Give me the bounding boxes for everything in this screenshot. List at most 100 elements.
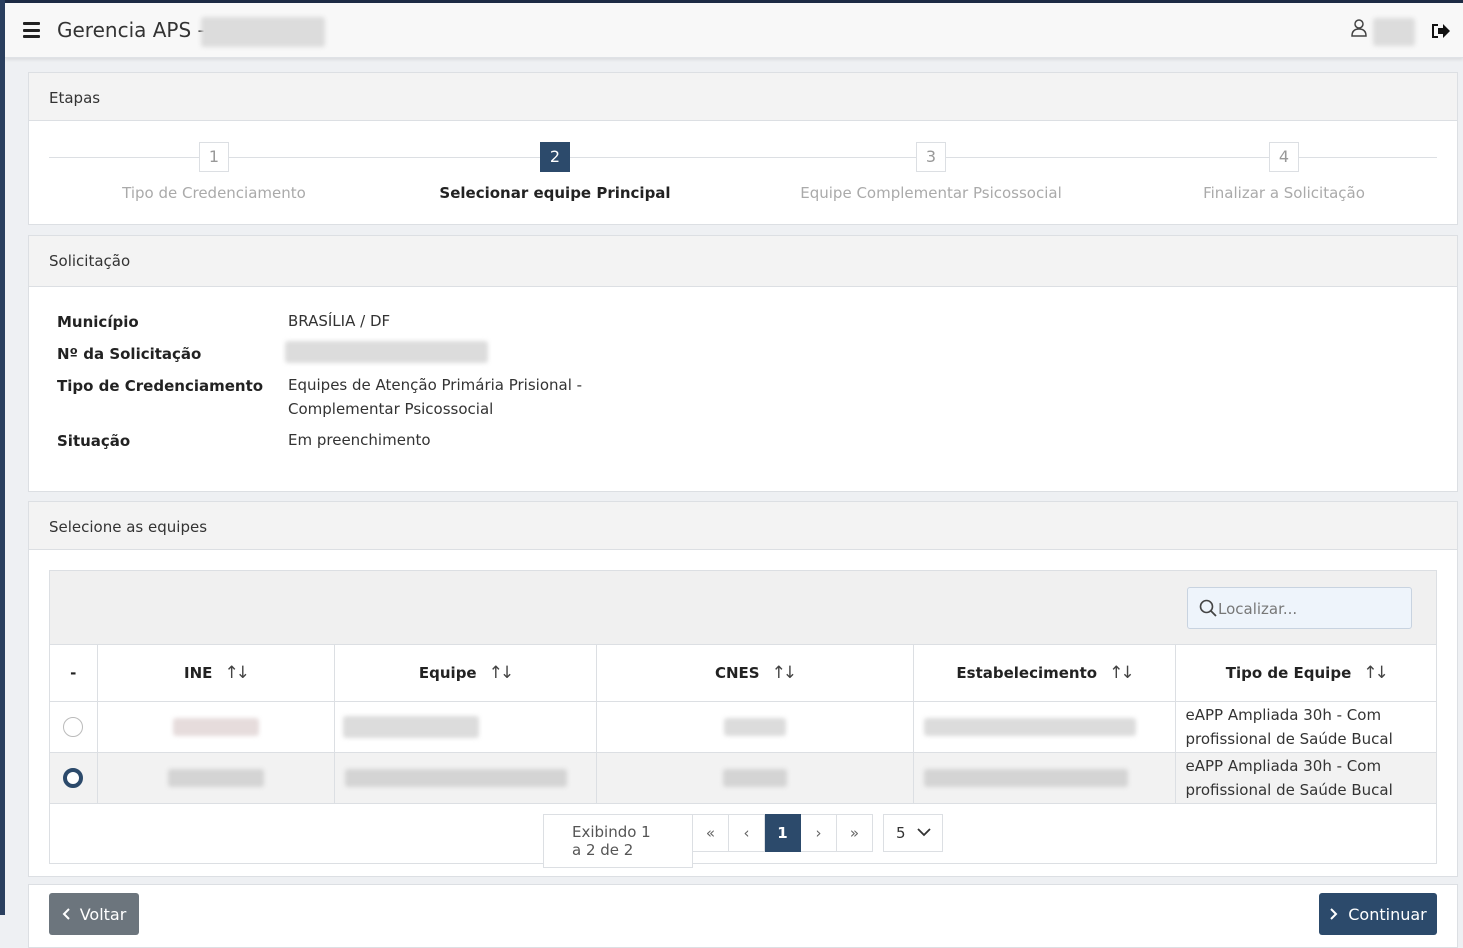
redacted-username [1373,18,1415,46]
redacted-numero [285,341,488,363]
sort-icon[interactable]: ↑↓ [1109,663,1134,683]
chevron-left-icon [62,908,70,920]
chevron-down-icon [917,828,931,837]
equipe-cell [334,752,597,804]
numero-label: Nº da Solicitação [57,345,202,363]
hamburger-icon[interactable] [23,22,40,38]
footer-bar: Voltar Continuar [28,884,1458,948]
page-size-value: 5 [896,824,906,842]
next-page-button[interactable]: › [801,814,837,852]
step-number: 3 [916,142,946,172]
equipes-card: Selecione as equipes - INE ↑↓ Equipe ↑↓ CN… [28,501,1458,877]
back-button-label: Voltar [79,904,127,924]
col-select: - [50,645,98,702]
step-4: 4 Finalizar a Solicitação [1104,142,1463,202]
redacted-ine [172,717,259,736]
continue-button[interactable]: Continuar [1319,893,1437,935]
step-label: Finalizar a Solicitação [1203,184,1365,202]
search-icon [1199,599,1217,617]
step-label: Tipo de Credenciamento [122,184,306,202]
tipo-row: Tipo de Credenciamento Equipes de Atençã… [57,376,1429,432]
municipio-row: Município BRASÍLIA / DF [57,312,1429,345]
steps-heading: Etapas [29,73,1457,121]
equipes-heading: Selecione as equipes [29,502,1457,550]
current-page-button[interactable]: 1 [765,814,801,852]
table-row[interactable]: eAPP Ampliada 30h - Com profissional de … [50,752,1436,804]
redacted-cnes [723,717,786,736]
col-equipe-label: Equipe [418,663,477,682]
row-select-cell [50,701,98,753]
logout-icon[interactable] [1430,21,1452,41]
sort-icon[interactable]: ↑↓ [772,663,797,683]
solicitacao-info: Município BRASÍLIA / DF Nº da Solicitaçã… [29,287,1457,490]
redacted-equipe [344,768,567,787]
step-label: Selecionar equipe Principal [439,184,671,202]
numero-row: Nº da Solicitação [57,341,1429,377]
solicitacao-card: Solicitação Município BRASÍLIA / DF Nº d… [28,235,1458,492]
user-icon[interactable] [1350,18,1368,38]
col-ine[interactable]: INE ↑↓ [97,645,335,702]
col-select-label: - [70,663,77,682]
tipo-equipe-cell: eAPP Ampliada 30h - Com profissional de … [1175,701,1436,753]
sort-icon[interactable]: ↑↓ [489,663,514,683]
tipo-equipe-line2: profissional de Saúde Bucal [1185,729,1393,748]
equipes-table: - INE ↑↓ Equipe ↑↓ CNES ↑↓ Estabelecimento ↑… [50,645,1436,804]
estabelecimento-cell [913,701,1176,753]
row-select-cell [50,752,98,804]
redacted-estabelecimento [923,717,1136,736]
tipo-value-line2: Complementar Psicossocial [288,400,494,418]
back-button[interactable]: Voltar [49,893,139,935]
step-3: 3 Equipe Complementar Psicossocial [751,142,1111,202]
page-size-select[interactable]: 5 [883,814,943,852]
col-cnes[interactable]: CNES ↑↓ [596,645,914,702]
col-estabelecimento[interactable]: Estabelecimento ↑↓ [913,645,1176,702]
tipo-value: Equipes de Atenção Primária Prisional - … [288,373,582,421]
tipo-equipe-cell: eAPP Ampliada 30h - Com profissional de … [1175,752,1436,804]
estabelecimento-cell [913,752,1176,804]
tipo-value-line1: Equipes de Atenção Primária Prisional - [288,376,583,394]
step-number: 4 [1269,142,1299,172]
step-2: 2 Selecionar equipe Principal [375,142,735,202]
redacted-estabelecimento [923,768,1128,787]
ine-cell [97,752,335,804]
first-page-button[interactable]: « [693,814,729,852]
tipo-equipe-line1: eAPP Ampliada 30h - Com [1185,705,1382,724]
tipo-label: Tipo de Credenciamento [57,377,264,395]
table-row[interactable]: eAPP Ampliada 30h - Com profissional de … [50,701,1436,753]
municipio-value: BRASÍLIA / DF [288,312,391,330]
pagination-info: Exibindo 1 a 2 de 2 [543,814,693,868]
steps-card: Etapas 1 Tipo de Credenciamento 2 Seleci… [28,72,1458,225]
search-box [1187,587,1412,629]
redacted-ine [167,768,264,787]
cnes-cell [596,701,914,753]
step-number: 2 [540,142,570,172]
solicitacao-heading: Solicitação [29,236,1457,287]
redacted-equipe [342,715,479,738]
situacao-label: Situação [57,432,131,450]
situacao-row: Situação Em preenchimento [57,431,1429,464]
step-number: 1 [199,142,229,172]
equipe-cell [334,701,597,753]
left-accent-bar [0,0,5,915]
step-label: Equipe Complementar Psicossocial [800,184,1062,202]
col-equipe[interactable]: Equipe ↑↓ [334,645,597,702]
search-input[interactable] [1218,597,1403,621]
col-tipo-equipe-label: Tipo de Equipe [1225,663,1352,682]
redacted-title [201,17,325,47]
step-1: 1 Tipo de Credenciamento [34,142,394,202]
prev-page-button[interactable]: ‹ [729,814,765,852]
municipio-label: Município [57,313,139,331]
col-cnes-label: CNES [714,663,760,682]
continue-button-label: Continuar [1348,904,1427,924]
sort-icon[interactable]: ↑↓ [224,663,249,683]
col-tipo-equipe[interactable]: Tipo de Equipe ↑↓ [1175,645,1436,702]
last-page-button[interactable]: » [837,814,873,852]
app-header: Gerencia APS - [5,3,1463,58]
tipo-equipe-line1: eAPP Ampliada 30h - Com [1185,756,1382,775]
row-radio[interactable] [63,716,84,737]
table-header-row: - INE ↑↓ Equipe ↑↓ CNES ↑↓ Estabelecimento ↑… [50,645,1436,702]
table-toolbar [50,571,1436,645]
sort-icon[interactable]: ↑↓ [1363,663,1388,683]
cnes-cell [596,752,914,804]
row-radio-selected[interactable] [63,767,84,788]
